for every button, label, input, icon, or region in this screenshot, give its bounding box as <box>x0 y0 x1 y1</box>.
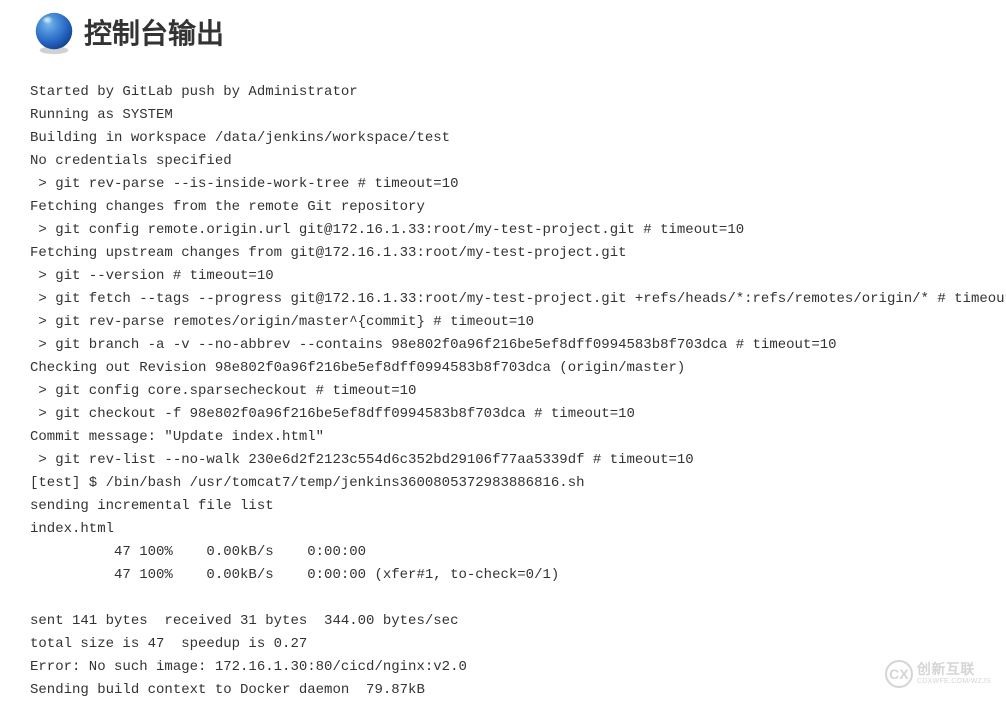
console-line: > git rev-parse --is-inside-work-tree # … <box>30 176 458 192</box>
watermark: CX 创新互联 CDXWFE.COM/WZJS <box>885 660 991 688</box>
watermark-main-text: 创新互联 <box>917 662 991 677</box>
console-line: sending incremental file list <box>30 498 274 514</box>
console-line: No credentials specified <box>30 153 232 169</box>
console-line: total size is 47 speedup is 0.27 <box>30 636 307 652</box>
console-line: Fetching changes from the remote Git rep… <box>30 199 425 215</box>
console-line: Error: No such image: 172.16.1.30:80/cic… <box>30 659 467 675</box>
console-line: > git rev-list --no-walk 230e6d2f2123c55… <box>30 452 694 468</box>
console-line: > git checkout -f 98e802f0a96f216be5ef8d… <box>30 406 635 422</box>
console-line: > git fetch --tags --progress git@172.16… <box>30 291 1006 307</box>
console-line: 47 100% 0.00kB/s 0:00:00 <box>30 544 366 560</box>
console-line: Sending build context to Docker daemon 7… <box>30 682 425 698</box>
console-sphere-icon <box>30 8 78 56</box>
page-title: 控制台输出 <box>84 12 224 52</box>
console-line: Checking out Revision 98e802f0a96f216be5… <box>30 360 685 376</box>
console-line: Started by GitLab push by Administrator <box>30 84 358 100</box>
page-header: 控制台输出 <box>0 0 1006 71</box>
console-line: Fetching upstream changes from git@172.1… <box>30 245 627 261</box>
console-line: Building in workspace /data/jenkins/work… <box>30 130 450 146</box>
console-line: index.html <box>30 521 114 537</box>
console-line: Running as SYSTEM <box>30 107 173 123</box>
console-line: [test] $ /bin/bash /usr/tomcat7/temp/jen… <box>30 475 585 491</box>
console-line: 47 100% 0.00kB/s 0:00:00 (xfer#1, to-che… <box>30 567 559 583</box>
console-line: > git config core.sparsecheckout # timeo… <box>30 383 416 399</box>
console-output: Started by GitLab push by Administrator … <box>0 71 1006 702</box>
console-line: > git config remote.origin.url git@172.1… <box>30 222 744 238</box>
console-line: Commit message: "Update index.html" <box>30 429 324 445</box>
watermark-text-stack: 创新互联 CDXWFE.COM/WZJS <box>917 662 991 685</box>
console-line: > git --version # timeout=10 <box>30 268 274 284</box>
console-line: sent 141 bytes received 31 bytes 344.00 … <box>30 613 458 629</box>
console-line: > git branch -a -v --no-abbrev --contain… <box>30 337 837 353</box>
watermark-sub-text: CDXWFE.COM/WZJS <box>917 678 991 686</box>
console-line: > git rev-parse remotes/origin/master^{c… <box>30 314 534 330</box>
watermark-logo-icon: CX <box>885 660 913 688</box>
